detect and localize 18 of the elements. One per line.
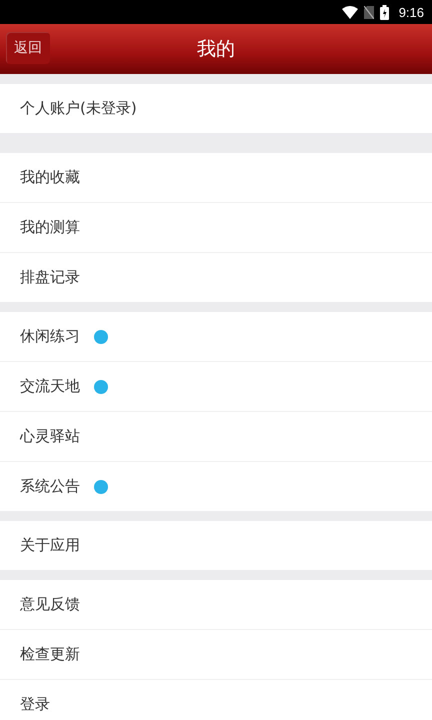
menu-item[interactable]: 我的测算: [0, 203, 432, 253]
wifi-icon: [342, 6, 358, 18]
menu-item[interactable]: 登录: [0, 680, 432, 720]
menu-item[interactable]: 关于应用: [0, 521, 432, 570]
battery-icon: [380, 4, 389, 20]
page-title: 我的: [197, 37, 235, 62]
menu-item[interactable]: 个人账户(未登录): [0, 84, 432, 133]
menu-item[interactable]: 意见反馈: [0, 580, 432, 630]
menu-item[interactable]: 我的收藏: [0, 153, 432, 203]
no-sim-icon: [364, 6, 374, 18]
back-button[interactable]: 返回: [6, 32, 50, 64]
menu-item[interactable]: 排盘记录: [0, 253, 432, 302]
menu-item[interactable]: 交流天地: [0, 362, 432, 412]
menu-item[interactable]: 系统公告: [0, 462, 432, 511]
status-time: 9:16: [398, 4, 424, 20]
menu-item[interactable]: 心灵驿站: [0, 412, 432, 462]
menu-item[interactable]: 检查更新: [0, 630, 432, 680]
menu-item[interactable]: 休闲练习: [0, 312, 432, 362]
